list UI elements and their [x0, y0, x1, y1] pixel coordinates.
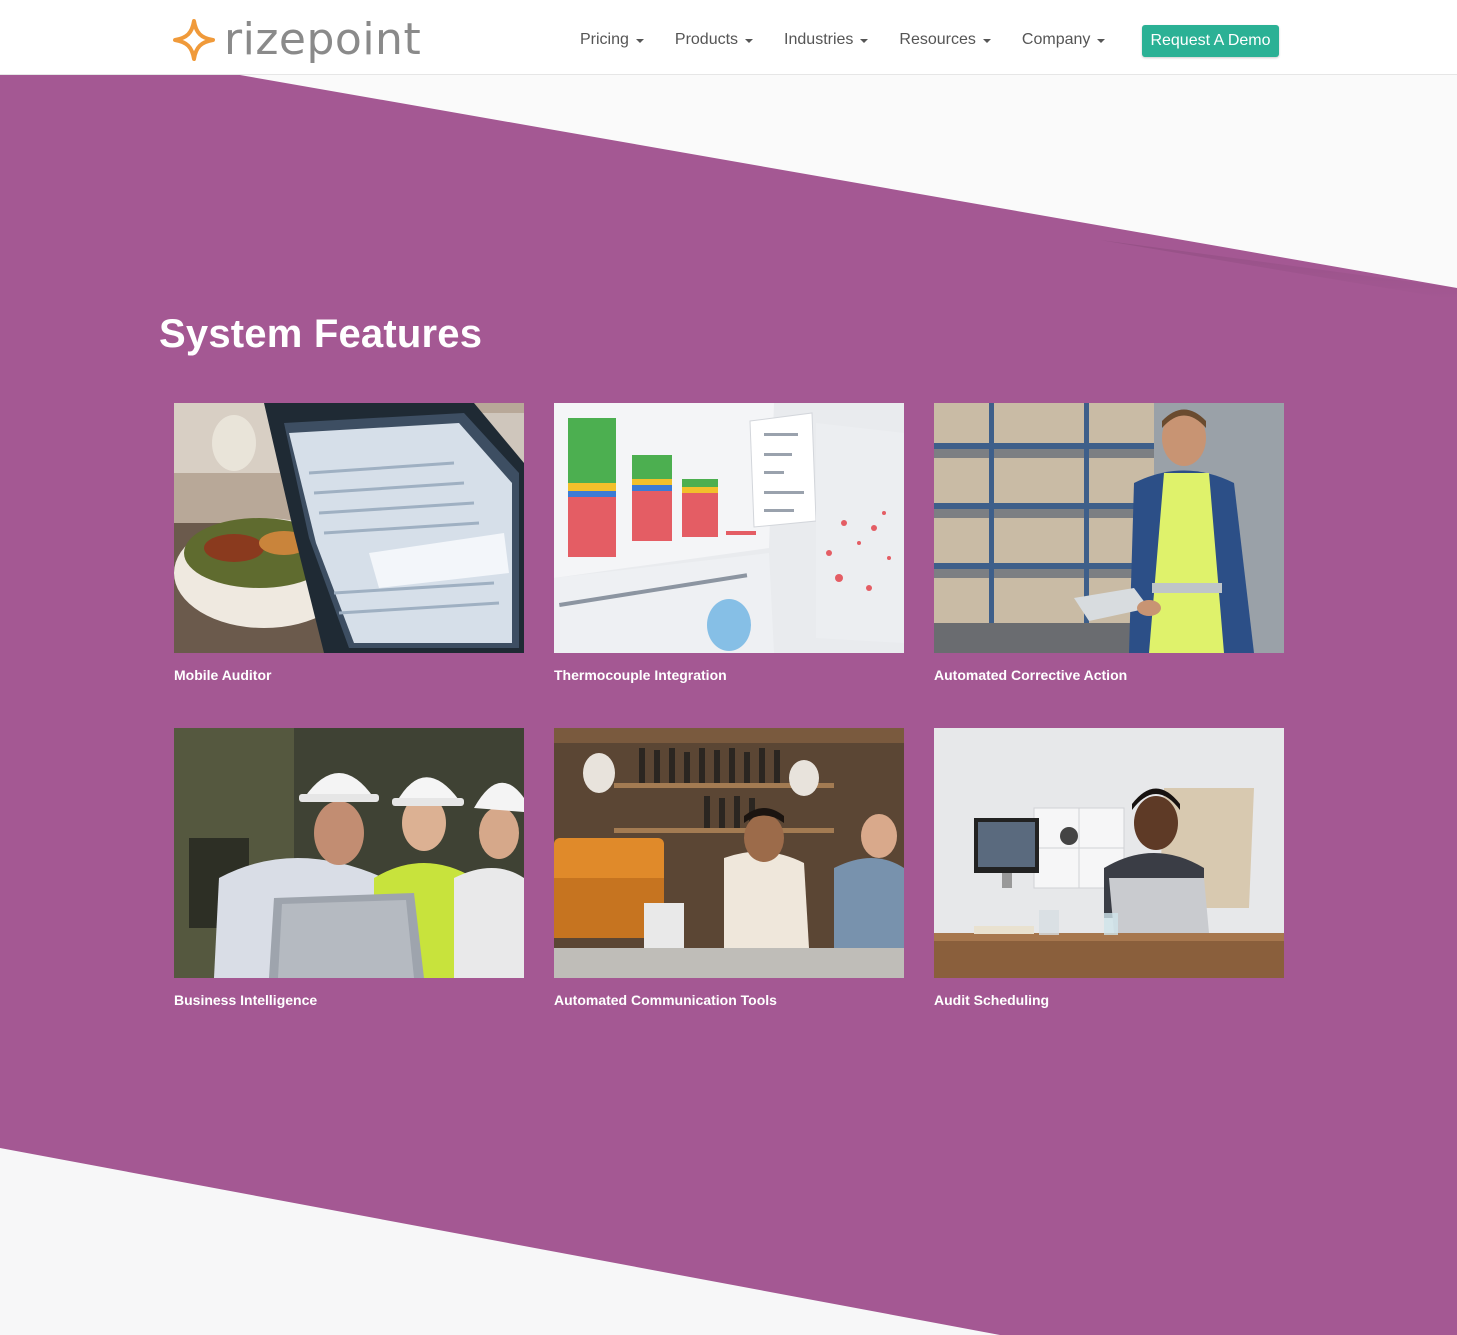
- request-demo-button[interactable]: Request A Demo: [1142, 25, 1279, 57]
- tablet-restaurant-photo: [174, 403, 524, 653]
- logo-text: rizepoint: [224, 14, 422, 65]
- feature-label: Mobile Auditor: [174, 667, 272, 683]
- nav-label: Products: [674, 31, 739, 48]
- nav-label: Company: [1021, 31, 1091, 48]
- office-desk-photo: [934, 728, 1284, 978]
- feature-label: Automated Corrective Action: [934, 667, 1128, 683]
- feature-label: Automated Communication Tools: [554, 992, 777, 1008]
- section-title: System Features: [159, 312, 483, 356]
- main-nav: Pricing Products Industries Resources Co…: [580, 24, 1136, 56]
- site-header: rizepoint Pricing Products Industries Re…: [0, 0, 1457, 75]
- feature-card-automated-corrective-action[interactable]: Automated Corrective Action: [934, 403, 1284, 683]
- nav-products[interactable]: Products: [674, 24, 754, 56]
- chevron-down-icon: [745, 39, 754, 43]
- cafe-staff-photo: [554, 728, 904, 978]
- chevron-down-icon: [635, 39, 644, 43]
- feature-card-automated-communication-tools[interactable]: Automated Communication Tools: [554, 728, 904, 1008]
- feature-card-audit-scheduling[interactable]: Audit Scheduling: [934, 728, 1284, 1008]
- features-section: System Features Mobile Auditor Thermocou…: [0, 0, 1457, 1335]
- feature-card-mobile-auditor[interactable]: Mobile Auditor: [174, 403, 524, 683]
- feature-label: Business Intelligence: [174, 992, 318, 1008]
- feature-card-thermocouple-integration[interactable]: Thermocouple Integration: [554, 403, 904, 683]
- nav-pricing[interactable]: Pricing: [580, 24, 644, 56]
- nav-company[interactable]: Company: [1021, 24, 1106, 56]
- chevron-down-icon: [1097, 39, 1106, 43]
- warehouse-worker-photo: [934, 403, 1284, 653]
- nav-label: Industries: [784, 31, 854, 48]
- dashboard-chart-photo: [554, 403, 904, 653]
- feature-label: Thermocouple Integration: [554, 667, 727, 683]
- hardhat-team-photo: [174, 728, 524, 978]
- chevron-down-icon: [982, 39, 991, 43]
- logo[interactable]: rizepoint: [172, 14, 421, 66]
- nav-industries[interactable]: Industries: [784, 24, 869, 56]
- nav-label: Resources: [899, 31, 976, 48]
- feature-card-business-intelligence[interactable]: Business Intelligence: [174, 728, 524, 1008]
- chevron-down-icon: [860, 39, 869, 43]
- nav-resources[interactable]: Resources: [899, 24, 991, 56]
- logo-star-icon: [173, 19, 215, 61]
- nav-label: Pricing: [580, 31, 629, 48]
- feature-label: Audit Scheduling: [934, 992, 1050, 1008]
